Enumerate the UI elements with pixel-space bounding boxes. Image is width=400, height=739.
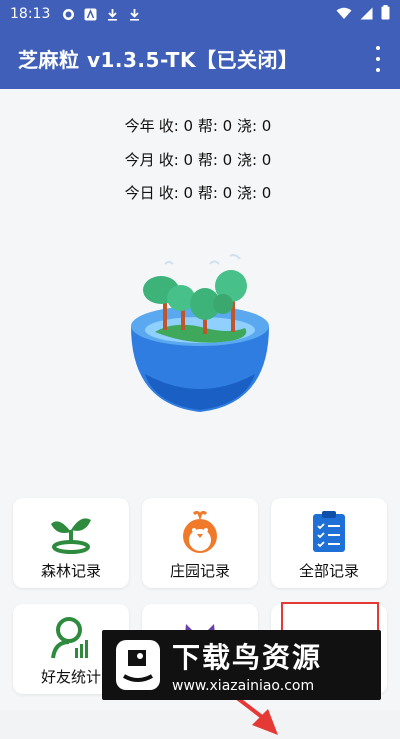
card-label: 森林记录 bbox=[40, 562, 101, 580]
app-title: 芝麻粒 v1.3.5-TK【已关闭】 bbox=[18, 48, 299, 72]
card-label: 全部记录 bbox=[298, 562, 359, 580]
app-bar: 芝麻粒 v1.3.5-TK【已关闭】 bbox=[0, 28, 400, 89]
wifi-icon bbox=[336, 5, 352, 24]
stat-year: 今年 收: 0 帮: 0 浇: 0 bbox=[0, 115, 400, 136]
card-farm-records[interactable]: 庄园记录 bbox=[142, 498, 258, 588]
card-forest-records[interactable]: 森林记录 bbox=[13, 498, 129, 588]
card-label: 庄园记录 bbox=[169, 562, 230, 580]
more-options-button[interactable] bbox=[370, 46, 386, 72]
circle-notification-icon bbox=[62, 8, 75, 21]
app-store-icon bbox=[84, 8, 97, 21]
forest-bowl-illustration bbox=[131, 254, 269, 412]
sprout-icon bbox=[51, 518, 91, 554]
status-bar: 18:13 bbox=[0, 0, 400, 28]
stat-values: 收: 0 帮: 0 浇: 0 bbox=[158, 117, 272, 135]
chick-icon bbox=[183, 510, 217, 553]
download-icon bbox=[128, 8, 141, 21]
watermark-title: 下载鸟资源 bbox=[172, 641, 323, 674]
stat-period: 今月 bbox=[124, 151, 155, 169]
stat-period: 今日 bbox=[124, 184, 155, 202]
download-icon bbox=[106, 8, 119, 21]
main-content: 今年 收: 0 帮: 0 浇: 0 今月 收: 0 帮: 0 浇: 0 今日 收: 0… bbox=[0, 89, 400, 735]
more-dot bbox=[376, 46, 380, 50]
notification-icons bbox=[62, 8, 141, 21]
user-chart-icon bbox=[51, 617, 88, 659]
clipboard-list-icon bbox=[313, 511, 345, 552]
stat-values: 收: 0 帮: 0 浇: 0 bbox=[158, 184, 272, 202]
card-all-records[interactable]: 全部记录 bbox=[271, 498, 387, 588]
stat-month: 今月 收: 0 帮: 0 浇: 0 bbox=[0, 149, 400, 170]
watermark-url: www.xiazainiao.com bbox=[172, 678, 315, 694]
stat-day: 今日 收: 0 帮: 0 浇: 0 bbox=[0, 182, 400, 203]
more-dot bbox=[376, 57, 380, 61]
more-dot bbox=[376, 68, 380, 72]
stat-values: 收: 0 帮: 0 浇: 0 bbox=[158, 151, 272, 169]
system-status-icons bbox=[336, 4, 390, 24]
status-time: 18:13 bbox=[10, 6, 51, 22]
bird-logo-icon bbox=[116, 640, 160, 690]
battery-icon bbox=[381, 4, 390, 24]
signal-icon bbox=[360, 5, 373, 24]
watermark-banner: 下载鸟资源 www.xiazainiao.com bbox=[102, 630, 381, 700]
stat-period: 今年 bbox=[124, 117, 155, 135]
